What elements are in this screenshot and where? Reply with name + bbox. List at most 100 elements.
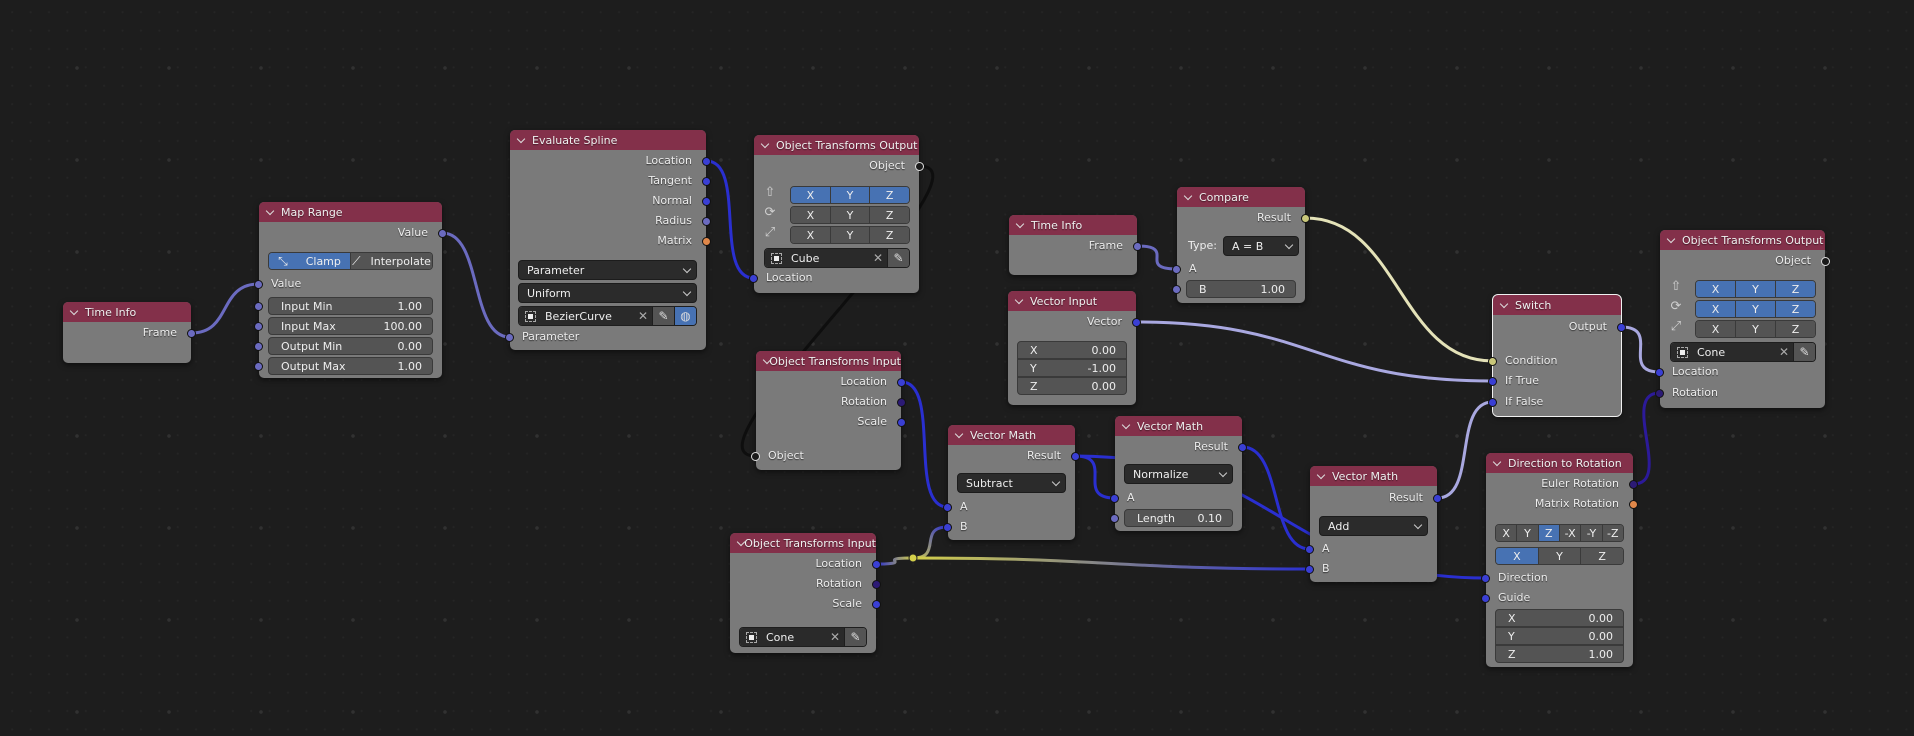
collapse-chevron-icon[interactable] xyxy=(517,136,526,145)
clamp-button[interactable]: ⤡ Clamp xyxy=(269,253,351,269)
location-input-socket[interactable] xyxy=(749,273,758,283)
track-axis-x[interactable]: X xyxy=(1496,525,1518,541)
collapse-chevron-icon[interactable] xyxy=(70,308,79,317)
axis-z[interactable]: Z xyxy=(870,227,909,243)
track-axis-neg-y[interactable]: -Y xyxy=(1581,525,1603,541)
b-field[interactable]: B 1.00 xyxy=(1172,280,1296,298)
if-false-input-socket[interactable] xyxy=(1488,397,1497,407)
euler-rotation-output-socket[interactable] xyxy=(1629,479,1638,489)
axis-y[interactable]: Y xyxy=(1736,301,1776,317)
rotation-axis-toggles[interactable]: XYZ xyxy=(1695,300,1816,318)
collapse-chevron-icon[interactable] xyxy=(1015,297,1024,306)
collapse-chevron-icon[interactable] xyxy=(1184,193,1193,202)
rotation-axis-toggles[interactable]: XYZ xyxy=(790,206,910,224)
a-input-socket[interactable] xyxy=(1305,544,1314,554)
b-input-socket[interactable] xyxy=(1172,284,1181,294)
object-name[interactable]: Cube xyxy=(765,249,869,267)
object-name[interactable]: BezierCurve xyxy=(519,307,634,325)
axis-x[interactable]: X xyxy=(1696,321,1736,337)
axis-x[interactable]: X xyxy=(791,207,831,223)
up-axis-z[interactable]: Z xyxy=(1581,548,1623,564)
node-time-info-1[interactable]: Time Info Frame xyxy=(63,302,196,363)
clear-icon[interactable]: ✕ xyxy=(634,307,652,325)
node-object-transforms-input-2[interactable]: Object Transforms Input Location Rotatio… xyxy=(730,533,881,653)
node-header[interactable]: Vector Input xyxy=(1008,291,1136,311)
node-switch[interactable]: Switch Output Condition If True If False xyxy=(1488,294,1626,417)
input-min-field[interactable]: Input Min 1.00 xyxy=(254,297,433,315)
collapse-chevron-icon[interactable] xyxy=(1667,236,1676,245)
scale-axis-toggles[interactable]: XYZ xyxy=(1695,320,1816,338)
input-max-field[interactable]: Input Max 100.00 xyxy=(254,317,433,335)
up-axis-x[interactable]: X xyxy=(1496,548,1539,564)
axis-x[interactable]: X xyxy=(791,227,831,243)
object-field[interactable]: Cone ✕ ✎ xyxy=(739,627,867,647)
output-min-socket[interactable] xyxy=(254,341,263,351)
rotation-output-socket[interactable] xyxy=(897,397,906,407)
node-header[interactable]: Time Info xyxy=(63,302,191,322)
parameter-input-socket[interactable] xyxy=(505,332,514,342)
node-header[interactable]: Time Info xyxy=(1009,215,1137,235)
a-input-socket[interactable] xyxy=(943,502,952,512)
collapse-chevron-icon[interactable] xyxy=(266,208,275,217)
node-header[interactable]: Object Transforms Input xyxy=(756,351,901,371)
result-output-socket[interactable] xyxy=(1433,493,1442,503)
node-time-info-2[interactable]: Time Info Frame xyxy=(1009,215,1142,275)
direction-input-socket[interactable] xyxy=(1481,573,1490,583)
scale-output-socket[interactable] xyxy=(872,599,881,609)
node-header[interactable]: Object Transforms Output xyxy=(754,135,919,155)
location-output-socket[interactable] xyxy=(702,156,711,166)
result-output-socket[interactable] xyxy=(1301,213,1310,223)
object-field[interactable]: Cone ✕ ✎ xyxy=(1670,342,1816,362)
node-header[interactable]: Compare xyxy=(1177,187,1305,207)
axis-z[interactable]: Z xyxy=(1776,301,1815,317)
collapse-chevron-icon[interactable] xyxy=(1500,301,1509,310)
axis-z[interactable]: Z xyxy=(1776,321,1815,337)
track-axis-toggles[interactable]: X Y Z -X -Y -Z xyxy=(1495,524,1624,542)
location-output-socket[interactable] xyxy=(897,377,906,387)
object-output-socket[interactable] xyxy=(1821,256,1830,266)
frame-output-socket[interactable] xyxy=(187,328,196,338)
result-output-socket[interactable] xyxy=(1071,451,1080,461)
output-min-field[interactable]: Output Min 0.00 xyxy=(254,337,433,355)
location-axis-toggles[interactable]: XYZ xyxy=(790,186,910,204)
guide-input-socket[interactable] xyxy=(1481,593,1490,603)
tangent-output-socket[interactable] xyxy=(702,176,711,186)
collapse-chevron-icon[interactable] xyxy=(1122,422,1131,431)
b-input-socket[interactable] xyxy=(1305,564,1314,574)
object-input-socket[interactable] xyxy=(751,451,760,461)
node-vector-input[interactable]: Vector Input Vector X 0.00 Y -1.00 Z 0.00 xyxy=(1008,291,1141,405)
curve-object-field[interactable]: BezierCurve ✕ ✎ ◍ xyxy=(518,306,697,326)
node-header[interactable]: Switch xyxy=(1493,295,1621,315)
collapse-chevron-icon[interactable] xyxy=(1317,472,1326,481)
radius-output-socket[interactable] xyxy=(702,216,711,226)
track-axis-y[interactable]: Y xyxy=(1517,525,1539,541)
track-axis-z[interactable]: Z xyxy=(1538,525,1560,541)
axis-y[interactable]: Y xyxy=(830,227,871,243)
clear-icon[interactable]: ✕ xyxy=(826,628,844,646)
node-object-transforms-output-1[interactable]: Object Transforms Output Object ⇧ X Y Z ⟳ X Y… xyxy=(749,135,924,293)
location-input-socket[interactable] xyxy=(1655,367,1664,377)
up-axis-y[interactable]: Y xyxy=(1538,548,1582,564)
node-direction-to-rotation[interactable]: Direction to Rotation Euler Rotation Mat… xyxy=(1481,453,1638,667)
output-max-field[interactable]: Output Max 1.00 xyxy=(254,357,433,375)
node-header[interactable]: Evaluate Spline xyxy=(510,130,706,150)
length-input-socket[interactable] xyxy=(1110,513,1119,523)
object-name[interactable]: Cone xyxy=(740,628,826,646)
world-space-icon[interactable]: ◍ xyxy=(674,307,696,325)
matrix-rotation-output-socket[interactable] xyxy=(1629,499,1638,509)
object-name[interactable]: Cone xyxy=(1671,343,1775,361)
scale-output-socket[interactable] xyxy=(897,417,906,427)
axis-y[interactable]: Y xyxy=(1736,281,1776,297)
clear-icon[interactable]: ✕ xyxy=(869,249,887,267)
sampling-dropdown[interactable]: Uniform xyxy=(518,283,697,303)
axis-z[interactable]: Z xyxy=(1776,281,1815,297)
guide-x-field[interactable]: X 0.00 xyxy=(1495,609,1624,627)
object-field[interactable]: Cube ✕ ✎ xyxy=(764,248,910,268)
node-header[interactable]: Vector Math xyxy=(1310,466,1437,486)
input-min-socket[interactable] xyxy=(254,301,263,311)
collapse-chevron-icon[interactable] xyxy=(761,141,770,150)
matrix-output-socket[interactable] xyxy=(702,236,711,246)
output-socket[interactable] xyxy=(1617,322,1626,332)
location-output-socket[interactable] xyxy=(872,559,881,569)
axis-y[interactable]: Y xyxy=(1736,321,1776,337)
